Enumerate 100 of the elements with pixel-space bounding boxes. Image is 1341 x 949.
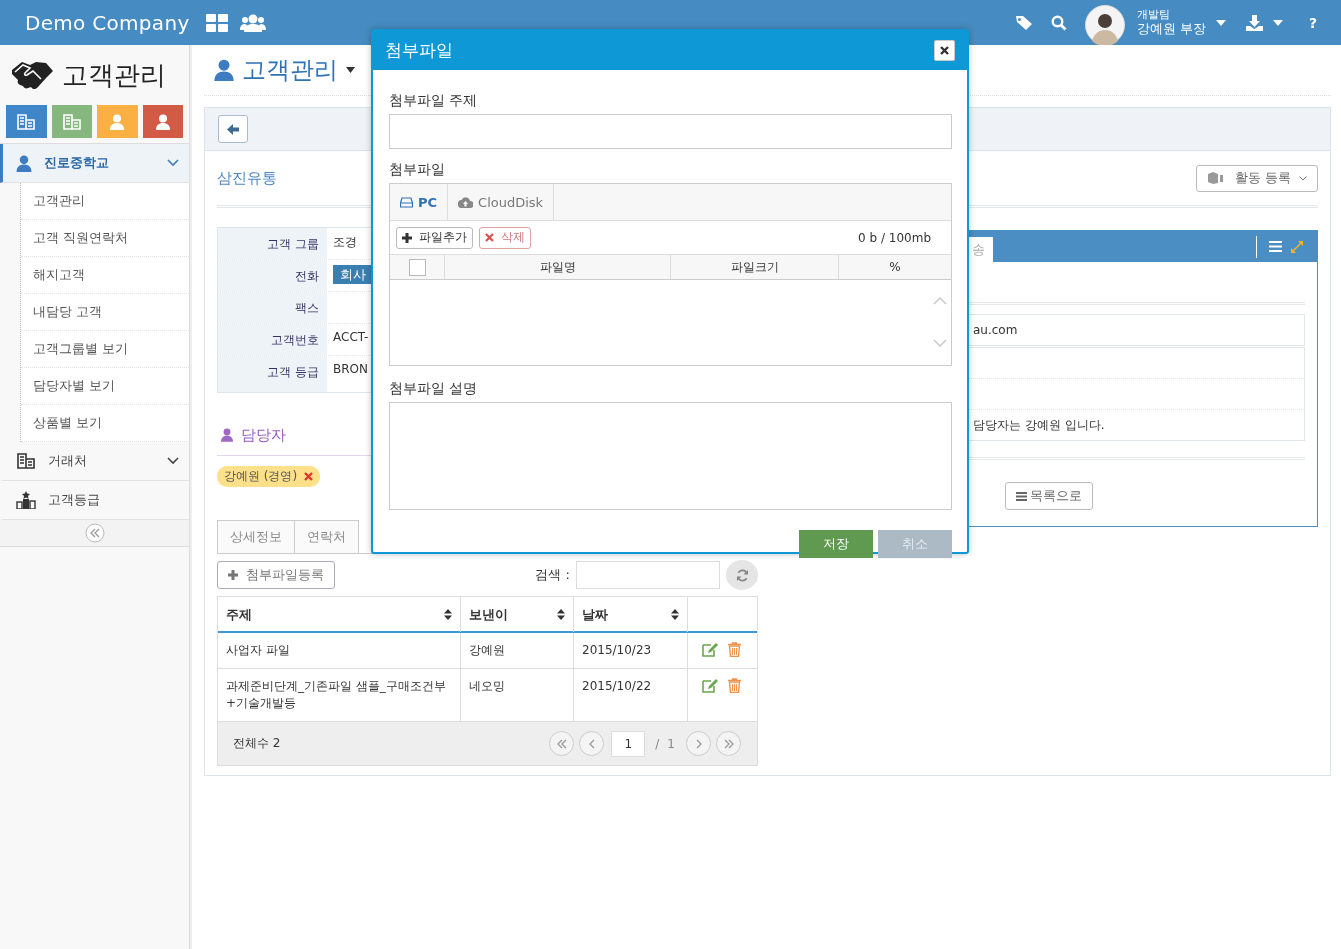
close-button[interactable]	[934, 40, 955, 61]
column-header[interactable]: 날짜	[574, 597, 688, 632]
source-tab[interactable]: PC	[390, 184, 449, 220]
previous-page-button[interactable]	[579, 731, 605, 756]
submenu-item[interactable]: 담당자별 보기	[21, 368, 189, 405]
submenu-item[interactable]: 해지고객	[21, 257, 189, 294]
last-page-button[interactable]	[716, 731, 741, 756]
cloud-upload-icon	[458, 196, 474, 208]
field-label: 고객 그룹	[218, 228, 327, 259]
handshake-icon	[10, 60, 54, 90]
ranking-icon	[16, 491, 36, 509]
subject-field[interactable]	[389, 114, 952, 149]
refresh-icon	[735, 568, 749, 582]
table-cell: 네오밍	[461, 669, 574, 721]
field-value: ACCT-	[333, 330, 369, 344]
cross-icon	[485, 233, 494, 242]
download-icon[interactable]	[1245, 14, 1263, 31]
chevron-icon	[1299, 175, 1307, 181]
plus-icon	[402, 232, 412, 243]
scroll-up-icon[interactable]	[933, 297, 947, 305]
drive-icon	[400, 196, 413, 208]
building-icon	[17, 113, 36, 130]
manager-note: 담당자는 강예원 입니다.	[973, 418, 1105, 432]
column-header[interactable]: 보낸이	[461, 597, 574, 632]
field-label: 고객번호	[218, 324, 327, 355]
page-title: 고객관리	[242, 55, 338, 86]
attach-button[interactable]: 첨부파일등록	[217, 561, 335, 589]
sort-icon	[444, 609, 452, 620]
field-label: 첨부파일	[389, 161, 446, 179]
expand-icon[interactable]	[1291, 240, 1303, 253]
activity-button[interactable]: 활동 등록	[1195, 164, 1318, 192]
trash-icon[interactable]	[728, 642, 741, 657]
chevron-icon	[167, 457, 179, 465]
shortcut-button[interactable]	[6, 105, 47, 138]
tab[interactable]: 상세정보	[217, 520, 295, 553]
select-all-checkbox[interactable]	[408, 258, 426, 276]
total-count: 전체수 2	[233, 735, 281, 752]
search-icon[interactable]	[1050, 14, 1067, 31]
collapse-icon[interactable]	[84, 523, 105, 543]
column-header: %	[888, 259, 902, 276]
refresh-button[interactable]	[726, 560, 758, 590]
tab[interactable]: 연락처	[294, 520, 359, 553]
email-text: au.com	[973, 323, 1018, 337]
person-icon	[221, 428, 233, 442]
tag-icon[interactable]	[1014, 14, 1033, 31]
chevron-icon	[167, 159, 179, 167]
menu-item[interactable]: 진로중학교	[0, 144, 189, 183]
back-to-list-button[interactable]: 목록으로	[1005, 482, 1093, 510]
field-value: 조경	[333, 235, 357, 249]
edit-icon[interactable]	[702, 642, 719, 657]
avatar[interactable]	[1084, 5, 1125, 45]
source-tab[interactable]: CloudDisk	[448, 184, 555, 220]
shortcut-button[interactable]	[142, 105, 183, 138]
section-heading: 담당자	[241, 425, 286, 445]
field-label: 첨부파일 주제	[389, 92, 479, 110]
add-file-button[interactable]: 파일추가	[396, 226, 473, 249]
sidebar-title: 고객관리	[62, 58, 166, 92]
menu-icon[interactable]	[1269, 241, 1282, 252]
page-total: 1	[667, 736, 675, 751]
submenu-item[interactable]: 고객 직원연락처	[21, 220, 189, 257]
users-icon[interactable]	[239, 13, 266, 32]
shortcut-button[interactable]	[51, 105, 92, 138]
trash-icon[interactable]	[728, 678, 741, 693]
edit-icon[interactable]	[702, 678, 719, 693]
list-icon	[1016, 491, 1027, 501]
remove-icon[interactable]	[304, 472, 314, 481]
scroll-down-icon[interactable]	[933, 339, 947, 347]
table-cell: 강예원	[461, 633, 574, 668]
person-icon	[214, 59, 234, 81]
page-number-field[interactable]: 1	[611, 730, 646, 757]
page-separator: /	[655, 736, 660, 751]
table-cell: 과제준비단계_기존파일 샘플_구매조건부 +기술개발등	[218, 669, 461, 721]
column-header[interactable]: 주제	[218, 597, 461, 632]
close-icon	[940, 46, 949, 55]
company-name: 삼진유통	[217, 168, 277, 188]
submenu-item[interactable]: 고객관리	[21, 183, 189, 220]
user-name: 강예원 부장	[1136, 21, 1206, 37]
submenu-item[interactable]: 고객그룹별 보기	[21, 331, 189, 368]
help-button[interactable]: ?	[1308, 14, 1317, 31]
column-header: 파일크기	[671, 255, 839, 279]
building-icon	[62, 113, 81, 130]
next-page-button[interactable]	[686, 731, 711, 756]
double-chevron-left-icon	[556, 738, 567, 749]
first-page-button[interactable]	[549, 731, 575, 756]
plus-icon	[228, 570, 238, 580]
back-button[interactable]	[218, 115, 248, 143]
description-field[interactable]	[389, 402, 952, 510]
field-label: 고객 등급	[218, 356, 327, 392]
dialog-title: 첨부파일	[385, 39, 453, 62]
shortcut-button[interactable]	[97, 105, 138, 138]
table-cell: 2015/10/22	[574, 669, 688, 721]
field-label: 팩스	[218, 292, 327, 323]
submenu-item[interactable]: 내담당 고객	[21, 294, 189, 331]
search-field[interactable]	[576, 561, 720, 589]
person-icon	[16, 154, 32, 172]
field-label: 전화	[218, 260, 327, 291]
brand-name[interactable]: Demo Company	[25, 10, 190, 35]
grid-icon[interactable]	[205, 13, 228, 32]
caret-icon[interactable]	[346, 67, 355, 73]
person-icon	[155, 113, 170, 130]
